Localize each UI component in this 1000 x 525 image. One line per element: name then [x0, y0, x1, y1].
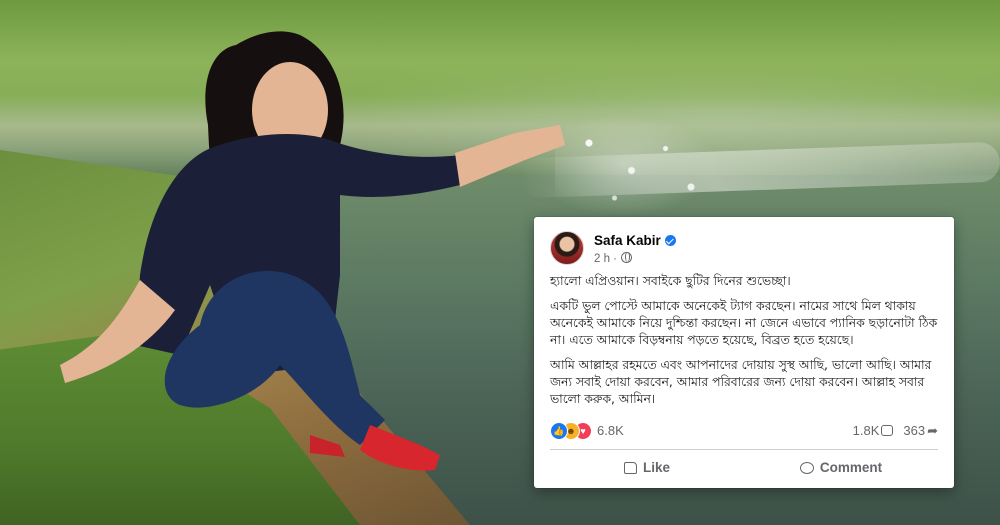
like-button[interactable]: Like — [550, 453, 744, 483]
reaction-icons[interactable]: 👍 ☻ ♥ — [550, 422, 594, 440]
like-reaction-icon: 👍 — [550, 422, 568, 440]
woman-figure — [60, 31, 565, 471]
comments-count[interactable]: 1.8K — [853, 423, 880, 438]
reactions-bar: 👍 ☻ ♥ 6.8K 1.8K 363 ➦ — [550, 422, 938, 442]
post-actions: Like Comment — [550, 453, 938, 483]
verified-badge-icon — [664, 235, 676, 246]
comment-label: Comment — [819, 460, 883, 475]
avatar[interactable] — [550, 231, 584, 265]
post-meta: 2 h · — [594, 251, 633, 265]
post-text: হ্যালো এপ্রিওয়ান। সবাইকে ছুটির দিনের শু… — [550, 273, 942, 416]
reactions-count[interactable]: 6.8K — [597, 423, 624, 438]
author-name[interactable]: Safa Kabir — [594, 233, 661, 248]
post-paragraph: হ্যালো এপ্রিওয়ান। সবাইকে ছুটির দিনের শু… — [550, 274, 791, 288]
divider — [550, 449, 938, 450]
comment-icon — [799, 462, 814, 474]
author-name-line: Safa Kabir — [594, 233, 676, 248]
comment-count-icon — [881, 425, 894, 436]
thumbs-up-icon — [623, 462, 637, 474]
post-paragraph: আমি আল্লাহর রহমতে এবং আপনাদের দোয়ায় সু… — [550, 358, 932, 406]
facebook-post-card: Safa Kabir 2 h · হ্যালো এপ্রিওয়ান। সবাই… — [534, 217, 954, 488]
share-icon: ➦ — [927, 423, 938, 438]
comment-button[interactable]: Comment — [744, 453, 938, 483]
globe-icon — [621, 252, 633, 263]
engagement-counts: 1.8K 363 ➦ — [853, 423, 938, 439]
post-paragraph: একটি ভুল পোস্টে আমাকে অনেকেই ট্যাগ করছেন… — [550, 299, 938, 347]
post-timestamp[interactable]: 2 h · — [594, 253, 617, 265]
water-splash — [555, 110, 725, 220]
like-label: Like — [642, 460, 670, 475]
shares-count[interactable]: 363 — [903, 423, 925, 438]
